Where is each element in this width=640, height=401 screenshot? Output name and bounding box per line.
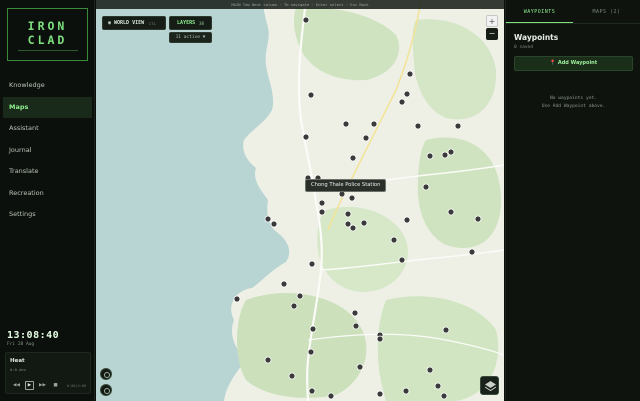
world-view-label: WORLD VIEW	[114, 20, 145, 26]
layers-stack-icon[interactable]	[480, 376, 499, 395]
locate-icon[interactable]	[100, 368, 112, 380]
logo-line-1: IRON	[27, 18, 68, 33]
sidebar-item-assistant[interactable]: Assistant	[3, 118, 92, 140]
stop-icon[interactable]: ■	[51, 381, 60, 390]
poi-tooltip: Chong Thale Police Station	[305, 179, 387, 192]
panel-title: Waypoints	[514, 33, 559, 42]
map-canvas[interactable]	[96, 0, 504, 401]
track-subtitle: 0:0.des	[10, 367, 27, 372]
logo-line-2: CLAD	[27, 32, 68, 47]
tab-waypoints[interactable]: WAYPOINTS	[506, 0, 573, 23]
world-view-shortcut: CTL	[149, 20, 156, 26]
sidebar-item-journal[interactable]: Journal	[3, 140, 92, 162]
sidebar-item-settings[interactable]: Settings	[3, 204, 92, 226]
sidebar-item-translate[interactable]: Translate	[3, 161, 92, 183]
play-icon[interactable]: ▶	[25, 381, 34, 390]
empty-state: No waypoints yet. Use Add Waypoint above…	[506, 95, 640, 111]
app-logo: IRON CLAD	[7, 8, 88, 61]
empty-line-1: No waypoints yet.	[549, 96, 598, 101]
track-time: 0:00/4:00	[67, 384, 86, 388]
sidebar-item-knowledge[interactable]: Knowledge	[3, 75, 92, 97]
active-layers-dropdown[interactable]: 11 active ▼	[169, 32, 212, 43]
waypoints-panel: WAYPOINTS MAPS (2) Waypoints 0 saved 📍 A…	[505, 0, 640, 401]
add-waypoint-button[interactable]: 📍 Add Waypoint	[514, 56, 633, 71]
layers-label: LAYERS	[177, 20, 196, 26]
world-view-button[interactable]: ◉ WORLD VIEW CTL	[102, 16, 166, 30]
next-icon[interactable]: ▶▶	[38, 381, 47, 390]
compass-icon[interactable]	[100, 384, 112, 396]
zoom-in-button[interactable]: +	[486, 15, 498, 27]
saved-count: 0 saved	[514, 45, 533, 50]
sidebar: IRON CLAD Knowledge Maps Assistant Journ…	[0, 0, 95, 401]
previous-icon[interactable]: ◀◀	[12, 381, 21, 390]
globe-icon: ◉	[108, 20, 112, 26]
player-controls: ◀◀ ▶ ▶▶ ■	[12, 381, 60, 390]
media-player: Heat 0:0.des ◀◀ ▶ ▶▶ ■ 0:00/4:00	[5, 352, 91, 394]
logo-underline	[17, 49, 78, 51]
clock-date: Fri 28 Aug	[7, 342, 35, 347]
sidebar-nav: Knowledge Maps Assistant Journal Transla…	[3, 75, 92, 226]
layers-button[interactable]: LAYERS 38	[169, 16, 212, 30]
tab-maps[interactable]: MAPS (2)	[573, 0, 640, 23]
keyboard-hint-bar: MAIN Tab Next column · Tb navigate · Ent…	[96, 0, 504, 9]
sidebar-item-maps[interactable]: Maps	[3, 96, 92, 118]
zoom-out-button[interactable]: −	[486, 28, 498, 40]
layers-count: 38	[199, 20, 204, 26]
panel-tabs: WAYPOINTS MAPS (2)	[506, 0, 640, 24]
empty-line-2: Use Add Waypoint above.	[541, 104, 606, 109]
clock-time: 13:08:40	[7, 330, 60, 341]
map-view[interactable]: MAIN Tab Next column · Tb navigate · Ent…	[96, 0, 504, 401]
sidebar-item-recreation[interactable]: Recreation	[3, 183, 92, 205]
track-title: Heat	[10, 358, 25, 364]
